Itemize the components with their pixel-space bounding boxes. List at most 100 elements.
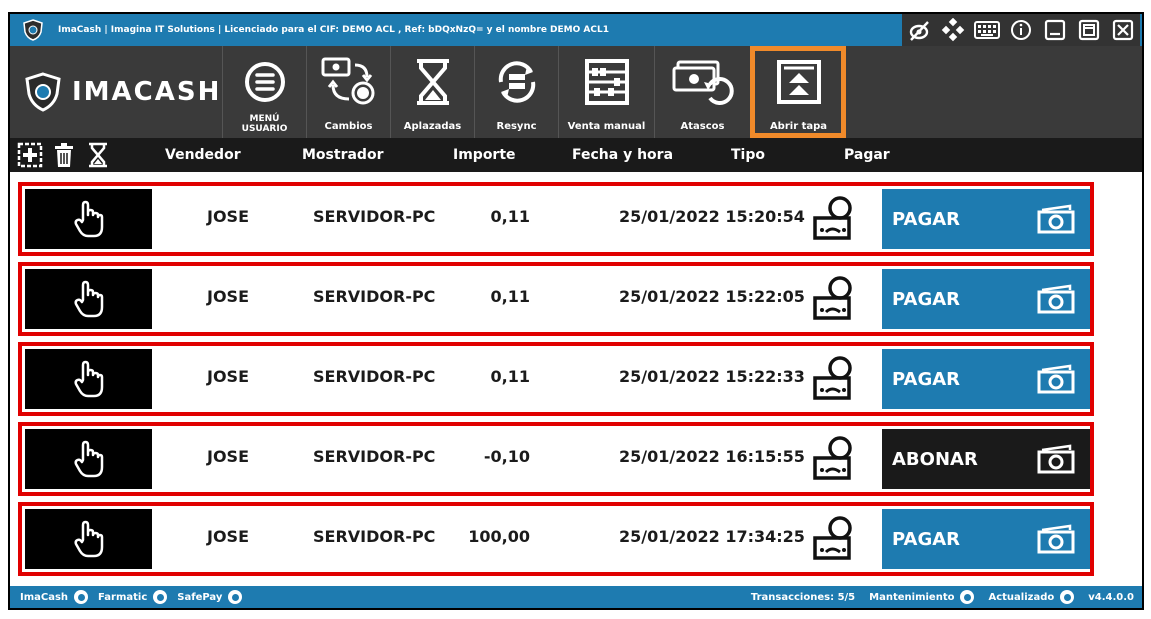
pay-action-label: PAGAR bbox=[892, 208, 961, 230]
abrir-tapa-label: Abrir tapa bbox=[769, 121, 828, 132]
banknote-icon bbox=[1037, 364, 1075, 394]
cambios-label: Cambios bbox=[324, 121, 373, 132]
hourglass-icon bbox=[416, 59, 449, 105]
trash-icon[interactable] bbox=[50, 141, 78, 169]
banknote-icon bbox=[1037, 524, 1075, 554]
aplazadas-label: Aplazadas bbox=[403, 121, 462, 132]
restore-icon[interactable] bbox=[1072, 14, 1106, 46]
fecha-cell: 25/01/2022 16:15:55 bbox=[619, 447, 805, 466]
mostrador-cell: SERVIDOR-PC bbox=[313, 287, 436, 306]
info-icon[interactable] bbox=[1004, 14, 1038, 46]
mostrador-cell: SERVIDOR-PC bbox=[313, 527, 436, 546]
eject-icon bbox=[776, 60, 821, 104]
mostrador-cell: SERVIDOR-PC bbox=[313, 367, 436, 386]
menu-usuario-button[interactable]: MENÚ USUARIO bbox=[222, 46, 306, 138]
transacciones-count: Transacciones: 5/5 bbox=[750, 591, 856, 603]
farmatic-status-indicator bbox=[153, 590, 168, 604]
hand-pointer-icon bbox=[73, 280, 103, 318]
pending-hourglass-icon[interactable] bbox=[84, 141, 112, 169]
status-mantenimiento[interactable]: Mantenimiento bbox=[869, 590, 975, 604]
pay-action-label: ABONAR bbox=[892, 448, 978, 470]
status-safepay: SafePay bbox=[177, 590, 243, 604]
resync-button[interactable]: Resync bbox=[474, 46, 558, 138]
importe-cell: 0,11 bbox=[490, 287, 530, 306]
col-mostrador[interactable]: Mostrador bbox=[302, 147, 383, 163]
resync-label: Resync bbox=[496, 121, 537, 132]
keyboard-icon[interactable] bbox=[970, 14, 1004, 46]
hide-icon[interactable] bbox=[902, 14, 936, 46]
title-bar: ImaCash | Imagina IT Solutions | Licenci… bbox=[10, 14, 1142, 46]
status-farmatic-label: Farmatic bbox=[98, 591, 148, 603]
aplazadas-button[interactable]: Aplazadas bbox=[390, 46, 474, 138]
grid-icon[interactable] bbox=[936, 14, 970, 46]
main-toolbar: IMACASH MENÚ USUARIO Cambios Aplazadas Re… bbox=[10, 46, 1142, 138]
pay-button[interactable]: PAGAR bbox=[882, 349, 1090, 409]
table-row[interactable]: JOSE SERVIDOR-PC 100,00 25/01/2022 17:34… bbox=[18, 502, 1094, 576]
menu-icon bbox=[244, 62, 285, 102]
col-pagar[interactable]: Pagar bbox=[844, 147, 890, 163]
vendedor-cell: JOSE bbox=[207, 447, 250, 466]
col-tipo[interactable]: Tipo bbox=[731, 147, 765, 163]
money-bag-icon bbox=[810, 436, 860, 482]
pay-action-label: PAGAR bbox=[892, 288, 961, 310]
brand-logo: IMACASH bbox=[10, 46, 222, 138]
pay-button[interactable]: ABONAR bbox=[882, 429, 1090, 489]
header-actions bbox=[16, 141, 112, 169]
status-safepay-label: SafePay bbox=[177, 591, 223, 603]
add-icon[interactable] bbox=[16, 141, 44, 169]
mantenimiento-label: Mantenimiento bbox=[869, 591, 955, 603]
title-text: ImaCash | Imagina IT Solutions | Licenci… bbox=[58, 25, 609, 35]
window-controls bbox=[902, 14, 1140, 46]
select-row-button[interactable] bbox=[25, 429, 152, 489]
menu-label-2: USUARIO bbox=[241, 124, 288, 134]
close-icon[interactable] bbox=[1106, 14, 1140, 46]
table-row[interactable]: JOSE SERVIDOR-PC 0,11 25/01/2022 15:20:5… bbox=[18, 182, 1094, 256]
select-row-button[interactable] bbox=[25, 269, 152, 329]
hand-pointer-icon bbox=[73, 360, 103, 398]
column-header-row: Vendedor Mostrador Importe Fecha y hora … bbox=[10, 138, 1142, 172]
banknote-icon bbox=[1037, 444, 1075, 474]
money-bag-icon bbox=[810, 356, 860, 402]
banknote-icon bbox=[1037, 204, 1075, 234]
actualizado-indicator bbox=[1060, 590, 1075, 604]
minimize-icon[interactable] bbox=[1038, 14, 1072, 46]
imacash-window: ImaCash | Imagina IT Solutions | Licenci… bbox=[8, 12, 1144, 610]
brand-shield-icon bbox=[25, 72, 61, 112]
importe-cell: 100,00 bbox=[468, 527, 530, 546]
banknote-icon bbox=[1037, 284, 1075, 314]
exchange-icon bbox=[321, 57, 374, 105]
menu-label-1: MENÚ bbox=[249, 114, 280, 124]
mantenimiento-indicator bbox=[960, 590, 975, 604]
table-row[interactable]: JOSE SERVIDOR-PC 0,11 25/01/2022 15:22:0… bbox=[18, 262, 1094, 336]
mostrador-cell: SERVIDOR-PC bbox=[313, 207, 436, 226]
fecha-cell: 25/01/2022 15:22:33 bbox=[619, 367, 805, 386]
money-bag-icon bbox=[810, 196, 860, 242]
select-row-button[interactable] bbox=[25, 509, 152, 569]
atascos-button[interactable]: Atascos bbox=[654, 46, 750, 138]
money-bag-icon bbox=[810, 516, 860, 562]
pay-button[interactable]: PAGAR bbox=[882, 269, 1090, 329]
importe-cell: 0,11 bbox=[490, 207, 530, 226]
table-row[interactable]: JOSE SERVIDOR-PC 0,11 25/01/2022 15:22:3… bbox=[18, 342, 1094, 416]
status-bar: ImaCash Farmatic SafePay Transacciones: … bbox=[10, 586, 1142, 608]
mostrador-cell: SERVIDOR-PC bbox=[313, 447, 436, 466]
col-vendedor[interactable]: Vendedor bbox=[165, 147, 241, 163]
abacus-icon bbox=[584, 59, 629, 105]
venta-manual-label: Venta manual bbox=[567, 121, 646, 132]
app-shield-icon bbox=[20, 17, 46, 43]
cambios-button[interactable]: Cambios bbox=[306, 46, 390, 138]
col-importe[interactable]: Importe bbox=[453, 147, 516, 163]
pay-button[interactable]: PAGAR bbox=[882, 189, 1090, 249]
safepay-status-indicator bbox=[228, 590, 243, 604]
importe-cell: 0,11 bbox=[490, 367, 530, 386]
venta-manual-button[interactable]: Venta manual bbox=[558, 46, 654, 138]
select-row-button[interactable] bbox=[25, 189, 152, 249]
pay-button[interactable]: PAGAR bbox=[882, 509, 1090, 569]
fecha-cell: 25/01/2022 15:20:54 bbox=[619, 207, 805, 226]
imacash-status-indicator bbox=[74, 590, 89, 604]
abrir-tapa-button[interactable]: Abrir tapa bbox=[750, 46, 846, 138]
select-row-button[interactable] bbox=[25, 349, 152, 409]
vendedor-cell: JOSE bbox=[207, 527, 250, 546]
table-row[interactable]: JOSE SERVIDOR-PC -0,10 25/01/2022 16:15:… bbox=[18, 422, 1094, 496]
col-fecha[interactable]: Fecha y hora bbox=[572, 147, 673, 163]
